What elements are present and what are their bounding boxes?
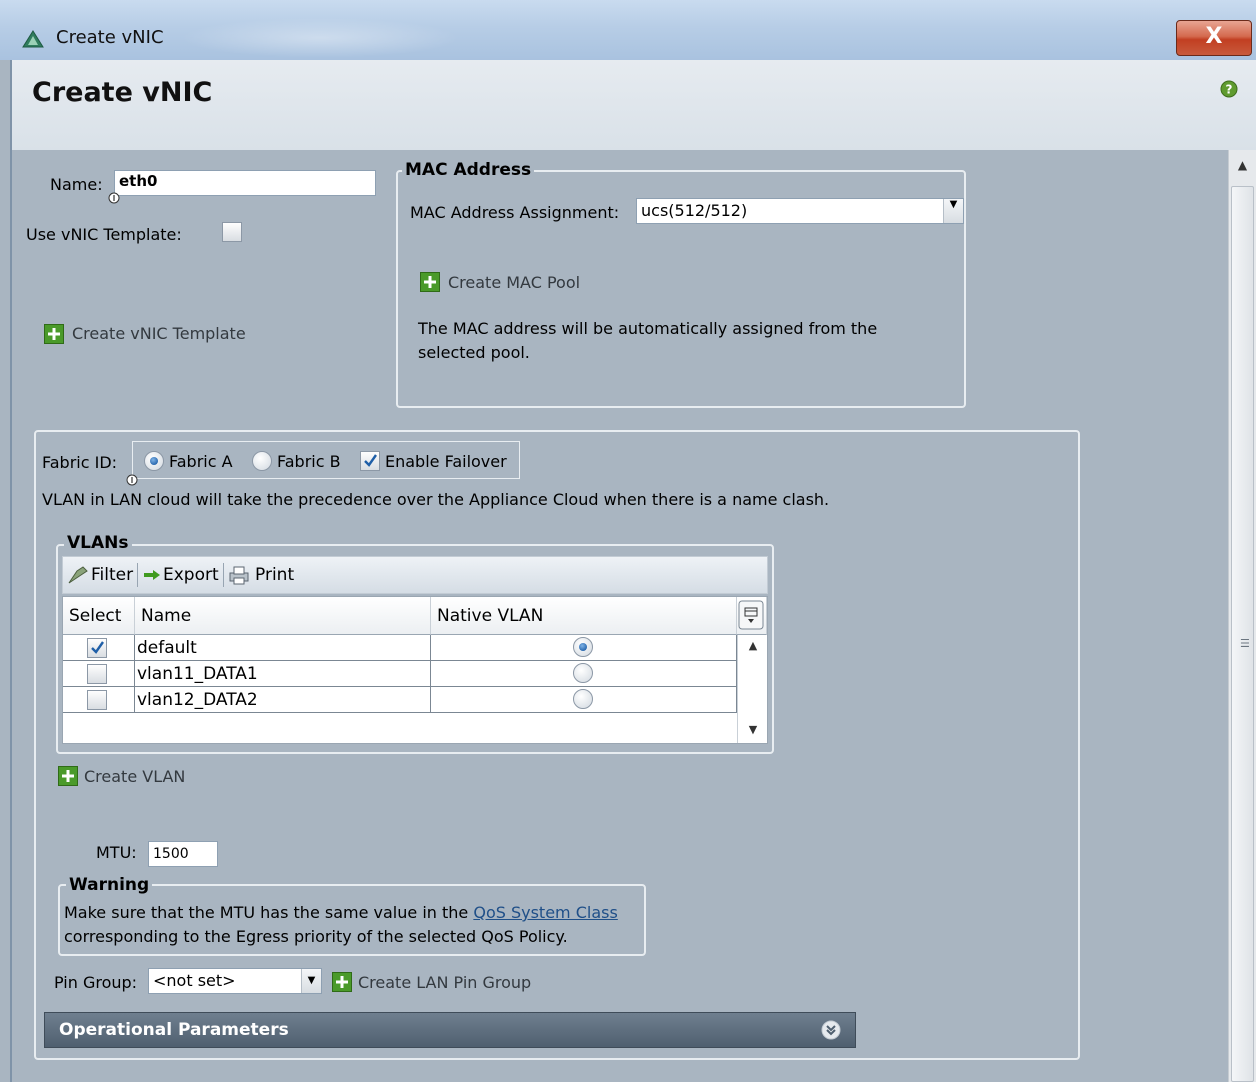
toolbar-divider bbox=[223, 563, 224, 587]
print-button[interactable]: Print bbox=[255, 565, 294, 585]
plus-icon[interactable] bbox=[58, 766, 78, 786]
dialog-body: Name: eth0 Use vNIC Template: Create vNI… bbox=[10, 150, 1228, 1082]
chevron-down-icon[interactable]: ▼ bbox=[943, 199, 963, 223]
name-field[interactable]: eth0 bbox=[114, 170, 376, 196]
checkmark-icon bbox=[91, 641, 104, 654]
native-vlan-cell bbox=[431, 661, 737, 687]
export-arrow-icon[interactable] bbox=[143, 569, 161, 581]
checkmark-icon bbox=[364, 454, 377, 467]
select-cell bbox=[63, 661, 135, 687]
select-cell bbox=[63, 635, 135, 661]
native-vlan-cell bbox=[431, 687, 737, 713]
vlan-precedence-note: VLAN in LAN cloud will take the preceden… bbox=[42, 490, 830, 509]
scroll-up-icon[interactable]: ▲ bbox=[1229, 150, 1256, 182]
main-scrollbar[interactable]: ▲ ☰ bbox=[1228, 150, 1256, 1082]
pin-group-select[interactable]: <not set> ▼ bbox=[148, 968, 322, 994]
titlebar-glass bbox=[180, 18, 460, 58]
scrollbar-thumb[interactable]: ☰ bbox=[1231, 186, 1254, 1082]
column-header-native-vlan[interactable]: Native VLAN bbox=[431, 597, 737, 635]
column-chooser-icon[interactable] bbox=[738, 600, 764, 630]
fabric-id-label: Fabric ID: bbox=[42, 453, 118, 472]
vlans-table-panel: Filter Export Print Select Name Native V… bbox=[58, 552, 774, 750]
column-header-name[interactable]: Name bbox=[135, 597, 431, 635]
use-template-label: Use vNIC Template: bbox=[26, 225, 182, 244]
native-vlan-radio[interactable] bbox=[573, 663, 593, 683]
svg-text:?: ? bbox=[1226, 83, 1233, 97]
vlan-name-cell: vlan12_DATA2 bbox=[135, 687, 431, 713]
printer-icon[interactable] bbox=[228, 565, 250, 585]
operational-parameters-label: Operational Parameters bbox=[59, 1020, 289, 1040]
row-select-checkbox[interactable] bbox=[87, 638, 107, 658]
fabric-a-label[interactable]: Fabric A bbox=[169, 452, 233, 471]
create-mac-pool-link[interactable]: Create MAC Pool bbox=[448, 273, 580, 292]
double-chevron-down-icon[interactable] bbox=[821, 1020, 841, 1040]
info-marker-icon bbox=[108, 192, 120, 204]
plus-icon[interactable] bbox=[44, 324, 64, 344]
warning-legend: Warning bbox=[66, 875, 153, 895]
export-button[interactable]: Export bbox=[163, 565, 219, 585]
scroll-down-icon[interactable]: ▼ bbox=[738, 723, 768, 736]
column-header-select[interactable]: Select bbox=[63, 597, 135, 635]
window-titlebar: Create vNIC X bbox=[0, 0, 1256, 60]
grip-icon: ☰ bbox=[1240, 637, 1250, 650]
triangle-app-icon bbox=[22, 30, 44, 48]
fabric-b-label[interactable]: Fabric B bbox=[277, 452, 341, 471]
warning-line1-text: Make sure that the MTU has the same valu… bbox=[64, 903, 474, 922]
filter-button[interactable]: Filter bbox=[91, 565, 133, 585]
mac-address-legend: MAC Address bbox=[402, 160, 535, 180]
mac-assignment-label: MAC Address Assignment: bbox=[410, 203, 620, 222]
create-vnic-template-link[interactable]: Create vNIC Template bbox=[72, 324, 246, 343]
warning-line1: Make sure that the MTU has the same valu… bbox=[64, 903, 618, 922]
scroll-up-icon[interactable]: ▲ bbox=[738, 639, 768, 652]
enable-failover-checkbox[interactable] bbox=[360, 451, 380, 471]
plus-icon[interactable] bbox=[420, 272, 440, 292]
mtu-label: MTU: bbox=[96, 843, 137, 862]
dialog-header: Create vNIC ? bbox=[10, 60, 1256, 150]
chevron-down-icon[interactable]: ▼ bbox=[301, 969, 321, 993]
close-button[interactable]: X bbox=[1176, 20, 1252, 56]
native-vlan-radio[interactable] bbox=[573, 637, 593, 657]
fabric-b-radio[interactable] bbox=[252, 451, 272, 471]
create-lan-pin-group-link[interactable]: Create LAN Pin Group bbox=[358, 973, 531, 992]
vlan-name-cell: default bbox=[135, 635, 431, 661]
vlan-name-cell: vlan11_DATA1 bbox=[135, 661, 431, 687]
table-scrollbar[interactable]: ▲ ▼ bbox=[737, 635, 767, 743]
enable-failover-label[interactable]: Enable Failover bbox=[385, 452, 507, 471]
toolbar-divider bbox=[137, 563, 138, 587]
plus-icon[interactable] bbox=[332, 972, 352, 992]
mac-assignment-value: ucs(512/512) bbox=[641, 201, 748, 220]
use-template-checkbox[interactable] bbox=[222, 222, 242, 242]
name-label: Name: bbox=[50, 175, 103, 194]
select-cell bbox=[63, 687, 135, 713]
native-vlan-cell bbox=[431, 635, 737, 661]
row-select-checkbox[interactable] bbox=[87, 664, 107, 684]
qos-system-class-link[interactable]: QoS System Class bbox=[473, 903, 617, 922]
vlans-legend: VLANs bbox=[64, 533, 132, 553]
vlans-table: Select Name Native VLAN default vlan11_D… bbox=[62, 596, 768, 744]
native-vlan-radio[interactable] bbox=[573, 689, 593, 709]
mtu-field[interactable]: 1500 bbox=[148, 841, 218, 867]
info-marker-icon bbox=[126, 474, 138, 486]
mac-info-line1: The MAC address will be automatically as… bbox=[418, 319, 878, 338]
filter-icon[interactable] bbox=[67, 565, 89, 585]
operational-parameters-bar[interactable]: Operational Parameters bbox=[44, 1012, 856, 1048]
vlans-toolbar: Filter Export Print bbox=[62, 556, 768, 594]
page-title: Create vNIC bbox=[32, 77, 213, 108]
table-row[interactable]: vlan12_DATA2 bbox=[63, 687, 737, 713]
help-icon[interactable]: ? bbox=[1220, 80, 1238, 98]
column-chooser-cell[interactable] bbox=[737, 597, 767, 635]
pin-group-label: Pin Group: bbox=[54, 973, 138, 992]
row-select-checkbox[interactable] bbox=[87, 690, 107, 710]
table-row[interactable]: default bbox=[63, 635, 737, 661]
fabric-a-radio[interactable] bbox=[144, 451, 164, 471]
mac-assignment-select[interactable]: ucs(512/512) ▼ bbox=[636, 198, 964, 224]
table-row[interactable]: vlan11_DATA1 bbox=[63, 661, 737, 687]
pin-group-value: <not set> bbox=[153, 971, 236, 990]
mac-info-line2: selected pool. bbox=[418, 343, 530, 362]
warning-line2: corresponding to the Egress priority of … bbox=[64, 927, 568, 946]
window-title: Create vNIC bbox=[56, 27, 164, 48]
create-vlan-link[interactable]: Create VLAN bbox=[84, 767, 185, 786]
